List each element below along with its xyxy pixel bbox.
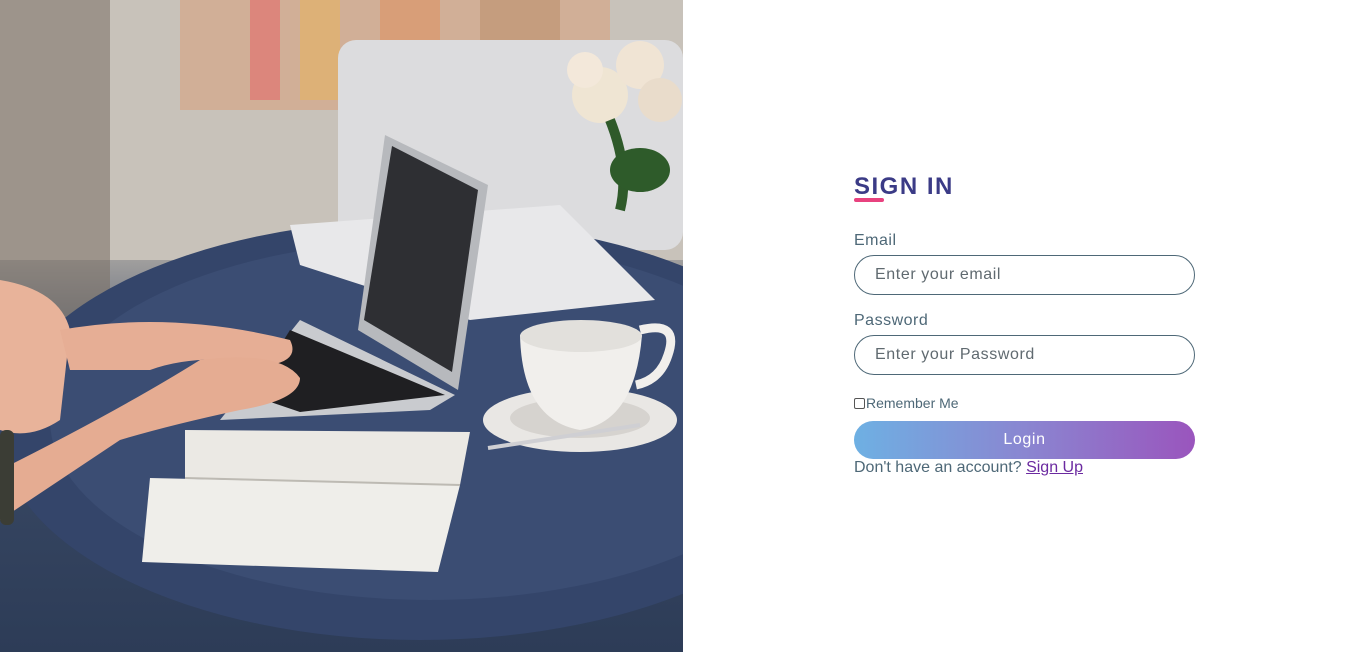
password-label: Password [854,312,929,329]
signup-link[interactable]: Sign Up [1026,459,1083,476]
login-page: SIGN IN Email Password Remember Me Login… [0,0,1358,652]
remember-me-checkbox[interactable] [854,397,865,409]
signin-title-text: SIGN IN [854,173,954,200]
email-label: Email [854,232,897,249]
hero-image [0,0,683,652]
signin-panel: SIGN IN Email Password Remember Me Login… [683,0,1358,652]
login-button[interactable]: Login [854,421,1195,459]
signup-row: Don't have an account? Sign Up [854,459,1195,477]
email-input[interactable] [854,255,1195,295]
no-account-text: Don't have an account? [854,459,1022,476]
remember-me-row: Remember Me [854,395,1195,411]
remember-me-label[interactable]: Remember Me [866,395,959,411]
title-accent-underline [854,198,884,202]
signin-form: SIGN IN Email Password Remember Me Login… [854,172,1195,477]
password-input[interactable] [854,335,1195,375]
desk-laptop-illustration [0,0,683,640]
signin-title: SIGN IN [854,172,1195,202]
